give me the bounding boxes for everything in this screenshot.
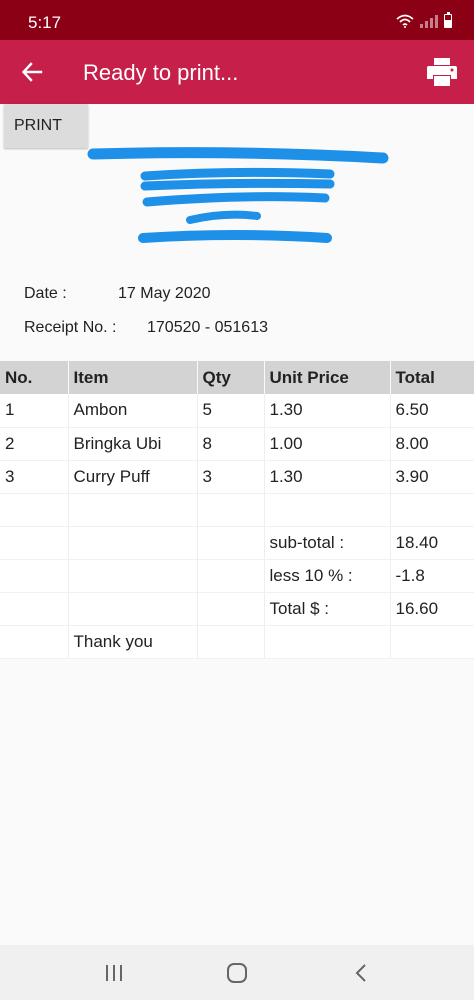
home-button[interactable] (222, 959, 252, 987)
table-cell (0, 559, 69, 593)
table-cell (0, 493, 69, 527)
table-cell (390, 493, 474, 527)
table-cell: Ambon (68, 394, 198, 428)
table-cell: 1.30 (264, 394, 391, 428)
table-cell (68, 559, 198, 593)
receipt-table: No. Item Qty Unit Price Total 1 Ambon 5 1.3… (0, 361, 474, 659)
table-cell: 8.00 (390, 427, 474, 461)
table-cell: Curry Puff (68, 460, 198, 494)
table-cell: 6.50 (390, 394, 474, 428)
table-cell: 3 (0, 460, 69, 494)
table-cell (390, 625, 474, 659)
table-cell: 3.90 (390, 460, 474, 494)
arrow-left-icon (21, 62, 43, 82)
wifi-icon (396, 14, 414, 28)
table-cell (264, 493, 391, 527)
table-cell (68, 526, 198, 560)
receipt-number-row: Receipt No. : 170520 - 051613 (0, 319, 474, 341)
receipt-number-value: 170520 - 051613 (147, 319, 268, 336)
status-bar: 5:17 (0, 0, 474, 40)
date-row: Date : 17 May 2020 (0, 285, 474, 307)
table-cell: Thank you (68, 625, 198, 659)
date-value: 17 May 2020 (118, 285, 211, 302)
receipt-number-label: Receipt No. : (24, 319, 117, 336)
table-cell (264, 625, 391, 659)
table-cell (0, 592, 69, 626)
table-cell: 2 (0, 427, 69, 461)
table-cell: 5 (197, 394, 265, 428)
table-cell (0, 526, 69, 560)
table-cell: -1.8 (390, 559, 474, 593)
table-cell: 1.30 (264, 460, 391, 494)
table-cell: less 10 % : (264, 559, 391, 593)
status-icons (396, 12, 452, 28)
column-header: Total (390, 361, 474, 394)
table-cell: 3 (197, 460, 265, 494)
table-cell (68, 493, 198, 527)
back-icon (355, 964, 366, 982)
status-time: 5:17 (28, 13, 62, 32)
back-nav-button[interactable] (346, 959, 376, 987)
app-bar: Ready to print... (0, 40, 474, 104)
table-cell: 16.60 (390, 592, 474, 626)
table-cell: 1.00 (264, 427, 391, 461)
table-header-row: No. Item Qty Unit Price Total (0, 361, 474, 394)
table-cell: 8 (197, 427, 265, 461)
table-row: Total $ :16.60 (0, 592, 474, 626)
home-icon (227, 963, 247, 983)
table-cell (197, 592, 265, 626)
receipt-preview: PRINT Date : 17 May 2020 Receipt No. : 1… (0, 104, 474, 945)
printer-icon (427, 58, 457, 86)
page-title: Ready to print... (83, 60, 239, 85)
table-cell (0, 625, 69, 659)
battery-icon (444, 12, 452, 28)
table-row: sub-total :18.40 (0, 526, 474, 560)
table-cell (197, 493, 265, 527)
table-cell: 1 (0, 394, 69, 428)
date-label: Date : (24, 285, 67, 302)
navigation-bar (0, 945, 474, 1000)
table-cell (68, 592, 198, 626)
table-row (0, 493, 474, 527)
table-cell: Bringka Ubi (68, 427, 198, 461)
table-row: less 10 % : -1.8 (0, 559, 474, 593)
table-cell: Total $ : (264, 592, 391, 626)
table-cell (197, 526, 265, 560)
back-button[interactable] (16, 56, 48, 88)
column-header: Unit Price (264, 361, 391, 394)
table-cell: sub-total : (264, 526, 391, 560)
recent-apps-icon (106, 965, 122, 981)
table-row: Thank you (0, 625, 474, 659)
column-header: Item (68, 361, 198, 394)
print-action-button[interactable] (424, 54, 460, 90)
column-header: Qty (197, 361, 265, 394)
table-row: 2 Bringka Ubi 8 1.00 8.00 (0, 427, 474, 461)
signal-icon (420, 14, 438, 28)
column-header: No. (0, 361, 69, 394)
table-row: 1 Ambon 5 1.30 6.50 (0, 394, 474, 428)
table-cell (197, 559, 265, 593)
table-row: 3 Curry Puff 3 1.30 3.90 (0, 460, 474, 494)
recent-apps-button[interactable] (99, 959, 129, 987)
table-cell: 18.40 (390, 526, 474, 560)
table-cell (197, 625, 265, 659)
print-button[interactable]: PRINT (4, 104, 88, 148)
redacted-header-scribble (87, 147, 389, 243)
